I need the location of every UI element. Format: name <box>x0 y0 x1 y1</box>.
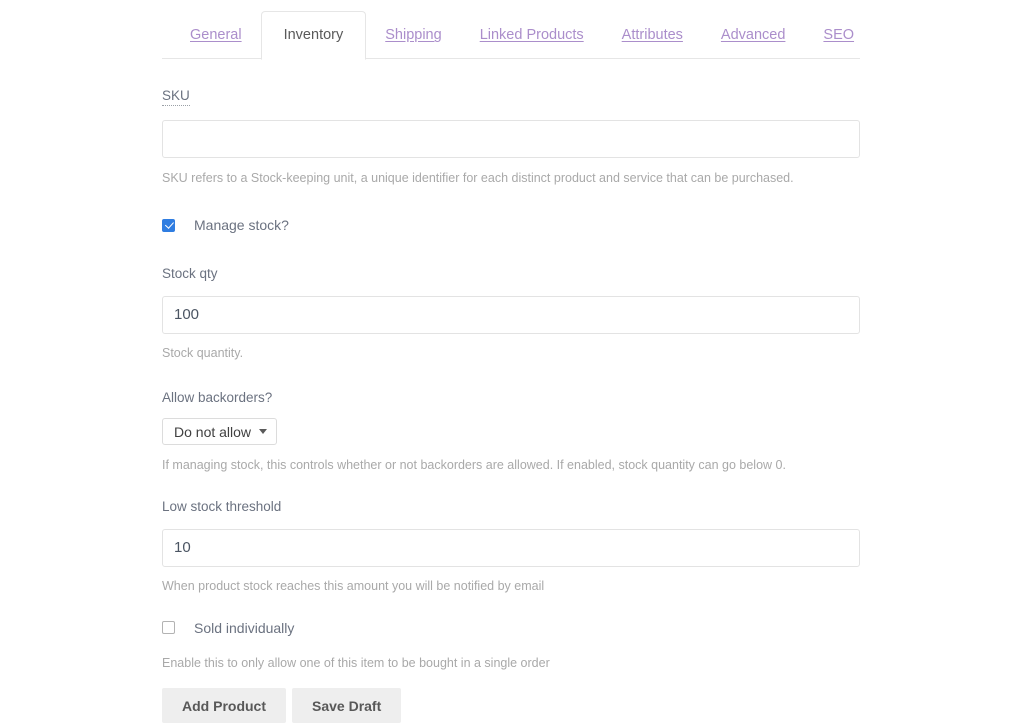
low-stock-threshold-field-group: Low stock threshold When product stock r… <box>162 499 860 593</box>
sku-field-group: SKU SKU refers to a Stock-keeping unit, … <box>162 59 860 186</box>
product-data-tabs: General Inventory Shipping Linked Produc… <box>162 11 860 60</box>
sku-label: SKU <box>162 88 190 107</box>
allow-backorders-label: Allow backorders? <box>162 389 273 405</box>
tab-linked-products[interactable]: Linked Products <box>461 11 603 59</box>
manage-stock-checkbox[interactable] <box>162 218 175 232</box>
low-stock-threshold-label: Low stock threshold <box>162 499 282 515</box>
stock-qty-help-text: Stock quantity. <box>162 345 244 360</box>
tab-advanced[interactable]: Advanced <box>702 11 805 59</box>
tab-attributes[interactable]: Attributes <box>603 11 702 59</box>
allow-backorders-field-group: Allow backorders? Do not allow If managi… <box>162 390 860 473</box>
allow-backorders-selected-value: Do not allow <box>174 423 252 440</box>
sold-individually-checkbox[interactable] <box>162 621 175 635</box>
add-product-button[interactable]: Add Product <box>162 688 286 723</box>
tab-shipping[interactable]: Shipping <box>366 11 460 59</box>
sku-label-row: SKU <box>162 87 860 107</box>
manage-stock-label[interactable]: Manage stock? <box>194 217 289 233</box>
sold-individually-label[interactable]: Sold individually <box>194 620 294 636</box>
stock-qty-label: Stock qty <box>162 266 218 282</box>
sku-input[interactable] <box>162 120 860 159</box>
allow-backorders-help-text: If managing stock, this controls whether… <box>162 458 786 473</box>
sold-individually-help-text: Enable this to only allow one of this it… <box>162 655 550 670</box>
sku-help-text: SKU refers to a Stock-keeping unit, a un… <box>162 171 794 186</box>
allow-backorders-select[interactable]: Do not allow <box>162 418 278 446</box>
sold-individually-row[interactable]: Sold individually <box>162 620 860 636</box>
form-actions: Add Product Save Draft <box>162 688 860 723</box>
inventory-form: SKU SKU refers to a Stock-keeping unit, … <box>162 59 860 723</box>
save-draft-button[interactable]: Save Draft <box>292 688 402 723</box>
low-stock-threshold-help-text: When product stock reaches this amount y… <box>162 578 545 593</box>
stock-qty-input[interactable] <box>162 295 860 334</box>
tab-inventory[interactable]: Inventory <box>260 11 367 60</box>
stock-qty-field-group: Stock qty Stock quantity. <box>162 266 860 360</box>
manage-stock-row[interactable]: Manage stock? <box>162 217 860 233</box>
low-stock-threshold-input[interactable] <box>162 528 860 567</box>
tab-general[interactable]: General <box>171 11 261 59</box>
tab-seo[interactable]: SEO <box>804 11 873 59</box>
tab-list: General Inventory Shipping Linked Produc… <box>162 11 860 60</box>
sold-individually-field-group: Sold individually Enable this to only al… <box>162 620 860 671</box>
chevron-down-icon <box>259 429 268 435</box>
product-data-panel: General Inventory Shipping Linked Produc… <box>0 0 1024 723</box>
